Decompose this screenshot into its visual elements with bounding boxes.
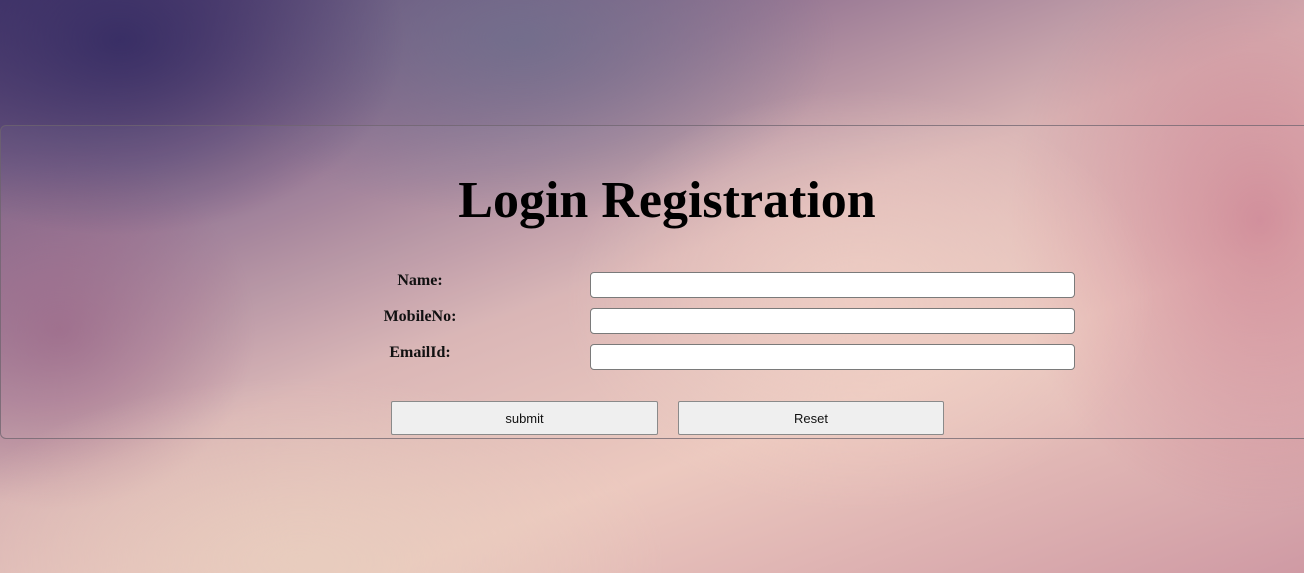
name-field[interactable] <box>590 272 1075 298</box>
submit-button[interactable]: submit <box>391 401 658 435</box>
page-background: { "form": { "title": "Login Registration… <box>0 0 1304 573</box>
email-field[interactable] <box>590 344 1075 370</box>
mobile-label: MobileNo: <box>383 308 457 325</box>
registration-panel: Login Registration Name: MobileNo: Email… <box>0 125 1304 439</box>
reset-button[interactable]: Reset <box>678 401 944 435</box>
email-label: EmailId: <box>389 344 451 361</box>
mobile-field[interactable] <box>590 308 1075 334</box>
name-label: Name: <box>397 272 443 289</box>
page-title: Login Registration <box>458 172 876 229</box>
